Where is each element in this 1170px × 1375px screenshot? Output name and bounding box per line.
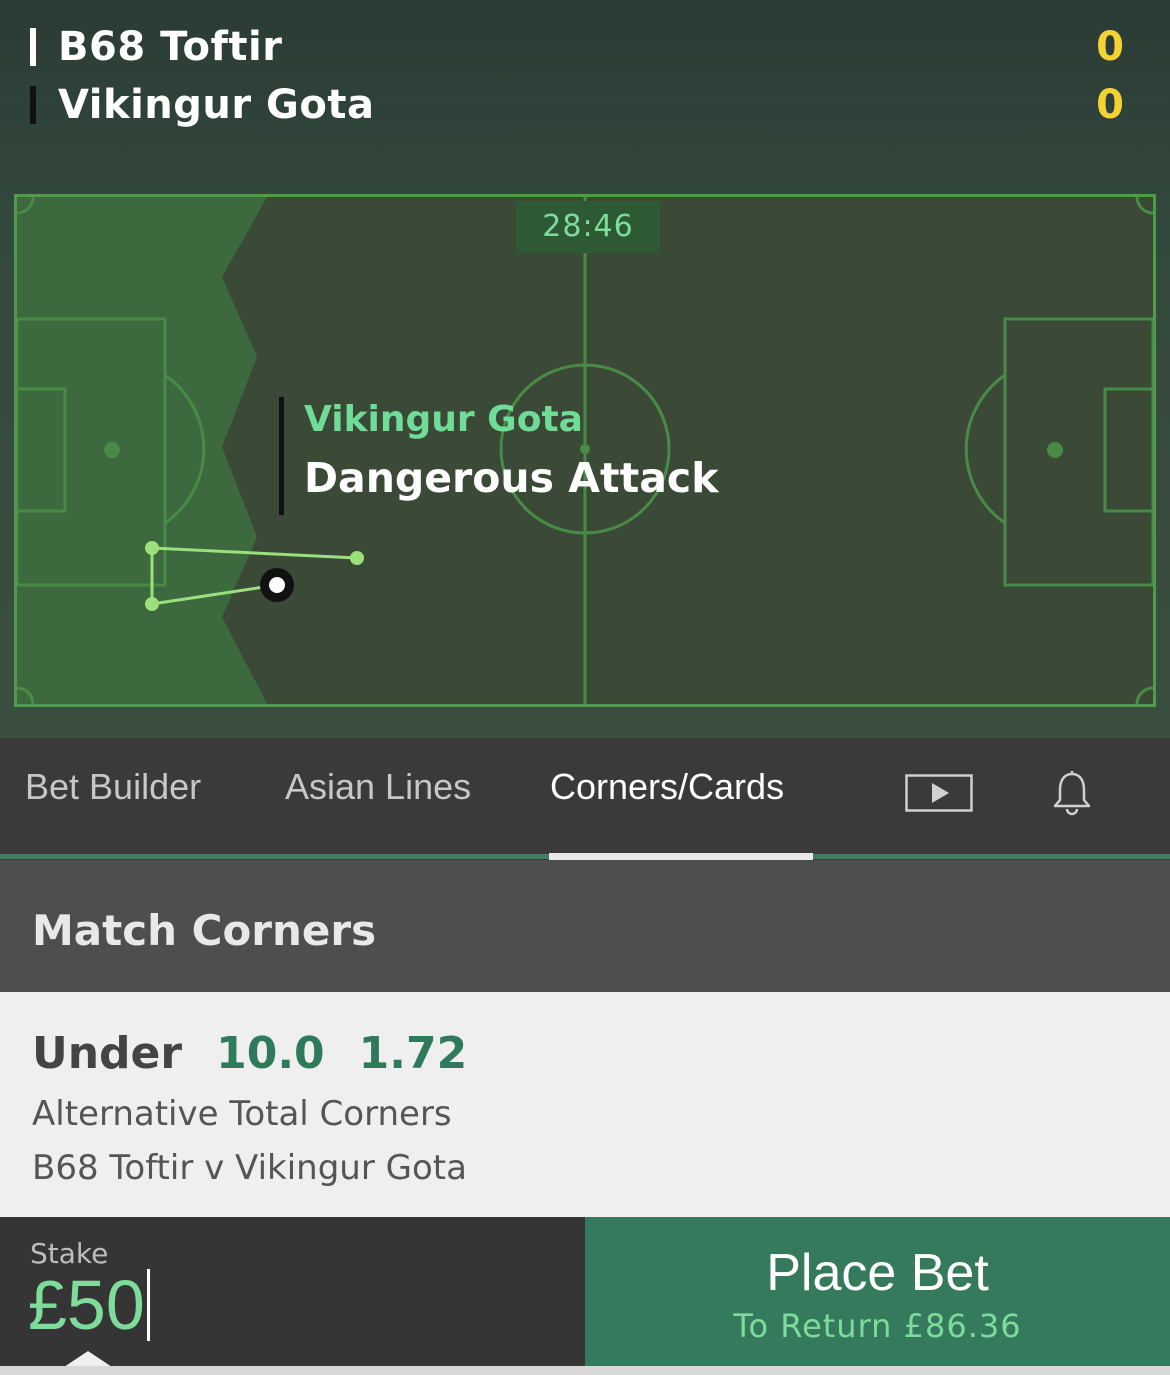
home-team-color-bar	[30, 28, 36, 66]
home-team-name: B68 Toftir	[58, 24, 283, 70]
market-tabs: Bet Builder Asian Lines Corners/Cards	[0, 738, 1170, 860]
event-callout: Vikingur Gota Dangerous Attack	[279, 397, 718, 515]
play-video-icon[interactable]	[905, 774, 973, 816]
trail-point	[145, 541, 159, 555]
live-pitch-visualisation: 28:46 Vikingur Gota Dangerous Attack	[14, 194, 1156, 707]
event-type: Dangerous Attack	[304, 454, 719, 502]
match-header: B68 Toftir 0 Vikingur Gota 0 28:46 Vikin…	[0, 0, 1170, 738]
potential-return: To Return £86.36	[733, 1307, 1022, 1345]
event-team-name: Vikingur Gota	[304, 399, 583, 440]
trail-point	[350, 551, 364, 565]
selection-event: B68 Toftir v Vikingur Gota	[32, 1148, 467, 1188]
match-clock: 28:46	[516, 201, 660, 253]
selection-odds: 1.72	[358, 1028, 468, 1079]
market-section-header[interactable]: Match Corners	[0, 860, 1170, 992]
home-team-row: B68 Toftir	[30, 22, 283, 72]
home-team-score: 0	[1096, 24, 1124, 70]
place-bet-button[interactable]: Place Bet To Return £86.36	[585, 1217, 1170, 1366]
stake-input[interactable]: Stake £50	[0, 1217, 585, 1375]
ball-marker-inner	[269, 577, 285, 593]
selection-market: Alternative Total Corners	[32, 1094, 452, 1134]
selection-line: 10.0	[216, 1028, 325, 1079]
event-team-color-bar	[279, 397, 284, 515]
place-bet-label: Place Bet	[766, 1244, 989, 1302]
bell-icon[interactable]	[1052, 770, 1092, 822]
selection-outcome: Under	[32, 1028, 183, 1079]
section-title: Match Corners	[32, 906, 377, 955]
stake-value: £50	[28, 1266, 145, 1344]
tab-asian-lines[interactable]: Asian Lines	[285, 766, 471, 808]
keyboard-notch	[64, 1351, 112, 1367]
active-tab-indicator	[549, 853, 813, 860]
bet-selection-card: Under 10.0 1.72 Alternative Total Corner…	[0, 992, 1170, 1217]
selection-summary: Under 10.0 1.72	[32, 1028, 467, 1079]
trail-point	[145, 597, 159, 611]
text-cursor	[146, 1269, 150, 1341]
keyboard-edge	[0, 1366, 1170, 1375]
away-team-score: 0	[1096, 82, 1124, 128]
away-team-row: Vikingur Gota	[30, 80, 374, 130]
tab-corners-cards[interactable]: Corners/Cards	[550, 766, 784, 808]
tab-bet-builder[interactable]: Bet Builder	[25, 766, 201, 808]
away-team-color-bar	[30, 86, 36, 124]
stake-value-field[interactable]: £50	[28, 1265, 150, 1345]
away-team-name: Vikingur Gota	[58, 82, 375, 128]
